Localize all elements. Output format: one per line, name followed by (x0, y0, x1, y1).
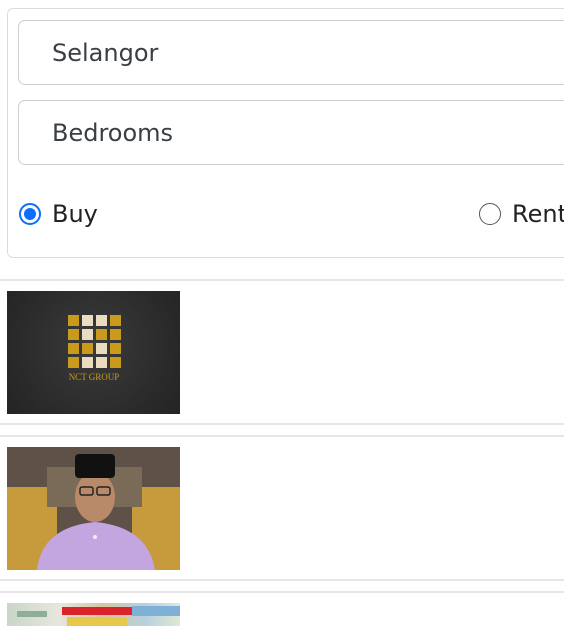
divider (0, 579, 564, 581)
divider (0, 423, 564, 425)
rent-radio-label[interactable]: Rent (512, 200, 564, 228)
buy-radio[interactable]: Buy (19, 200, 98, 228)
rent-radio[interactable]: Rent (479, 200, 564, 228)
nct-group-logo: NCT GROUP (68, 315, 121, 382)
bedrooms-select[interactable]: Bedrooms (18, 100, 564, 165)
listing-image-portrait[interactable] (7, 447, 180, 570)
portrait-photo (7, 447, 180, 570)
listing-image-shops[interactable] (7, 603, 180, 626)
buy-radio-label[interactable]: Buy (52, 200, 98, 228)
divider (0, 435, 564, 437)
divider (0, 279, 564, 281)
buy-radio-indicator[interactable] (19, 203, 41, 225)
bedrooms-select-value: Bedrooms (52, 119, 174, 147)
nct-group-logo-text: NCT GROUP (69, 372, 120, 382)
divider (0, 591, 564, 593)
region-select[interactable]: Selangor (18, 20, 564, 85)
listing-image-nct-group[interactable]: NCT GROUP (7, 291, 180, 414)
region-select-value: Selangor (52, 39, 159, 67)
shops-photo (17, 606, 180, 626)
rent-radio-indicator[interactable] (479, 203, 501, 225)
